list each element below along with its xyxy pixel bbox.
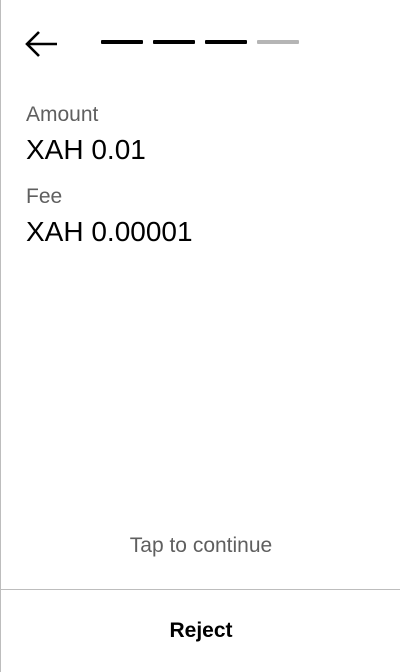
step-indicator-4 bbox=[257, 40, 299, 44]
progress-stepper bbox=[101, 40, 299, 44]
transaction-details: Amount XAH 0.01 Fee XAH 0.00001 bbox=[26, 100, 193, 264]
amount-value: XAH 0.01 bbox=[26, 134, 146, 165]
fee-value: XAH 0.00001 bbox=[26, 216, 193, 247]
step-indicator-1 bbox=[101, 40, 143, 44]
arrow-left-icon bbox=[25, 31, 57, 57]
screen: Amount XAH 0.01 Fee XAH 0.00001 Tap to c… bbox=[0, 0, 400, 672]
fee-label: Fee bbox=[26, 185, 63, 208]
reject-button[interactable]: Reject bbox=[1, 590, 400, 672]
tap-to-continue-hint[interactable]: Tap to continue bbox=[1, 534, 400, 558]
amount-label: Amount bbox=[26, 103, 99, 126]
back-button[interactable] bbox=[25, 30, 59, 58]
step-indicator-3 bbox=[205, 40, 247, 44]
step-indicator-2 bbox=[153, 40, 195, 44]
